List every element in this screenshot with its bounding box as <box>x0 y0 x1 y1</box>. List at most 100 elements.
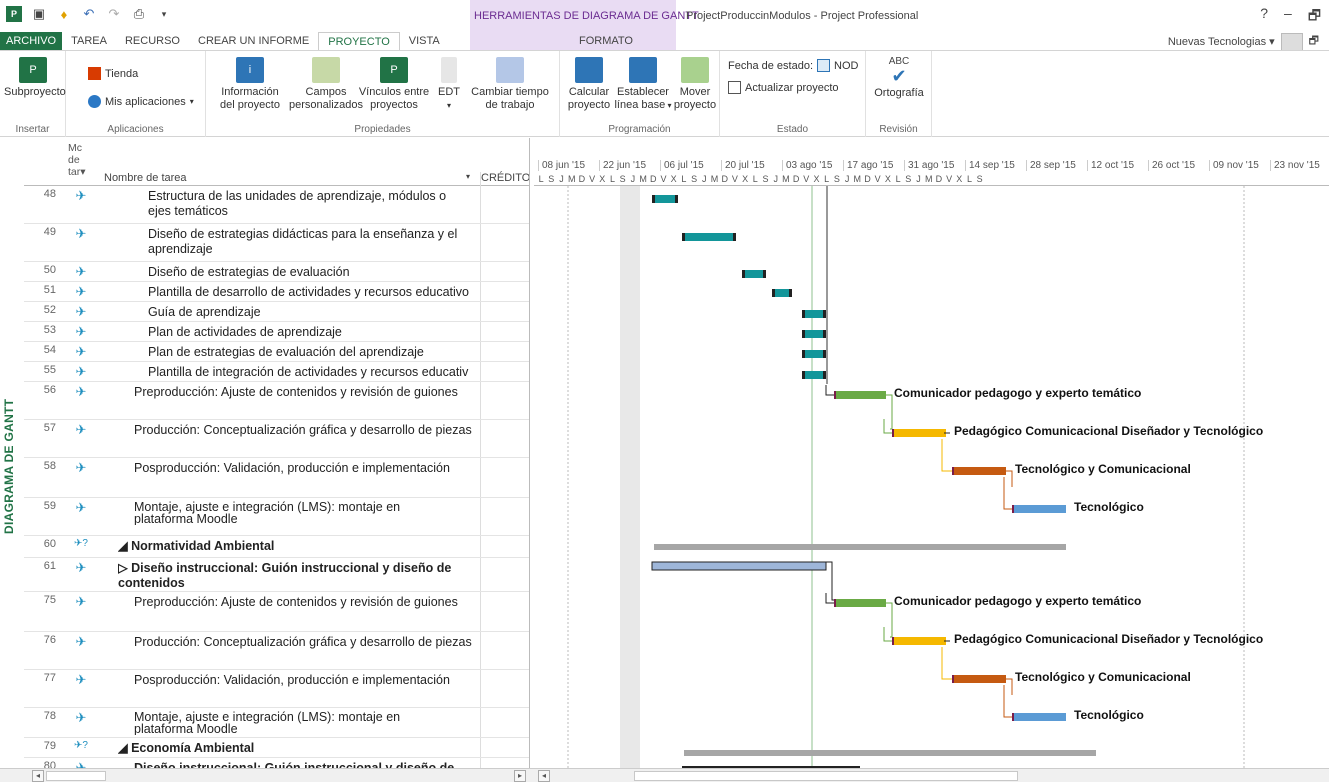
gantt-bar[interactable] <box>834 599 886 607</box>
campos-personalizados-button[interactable]: Campos personalizados <box>288 57 364 112</box>
table-row[interactable]: 53 ✈ Plan de actividades de aprendizaje <box>24 322 529 342</box>
undo-icon[interactable]: ↶ <box>81 6 97 22</box>
edt-button[interactable]: EDT ▾ <box>434 57 464 112</box>
task-name[interactable]: Producción: Conceptualización gráfica y … <box>134 635 476 650</box>
table-row[interactable]: 58 ✈ Posproducción: Validación, producción… <box>24 458 529 498</box>
credit-cell[interactable] <box>480 342 529 361</box>
credit-cell[interactable] <box>480 558 529 591</box>
table-row[interactable]: 78 ✈ Montaje, ajuste e integración (LMS): … <box>24 708 529 738</box>
bell-icon[interactable]: ♦ <box>56 6 72 22</box>
tab-tarea[interactable]: TAREA <box>62 32 116 50</box>
gantt-bar[interactable] <box>952 467 1006 475</box>
vinculos-proyectos-button[interactable]: P Vínculos entre proyectos <box>356 57 432 112</box>
table-row[interactable]: 57 ✈ Producción: Conceptualización gráfica… <box>24 420 529 458</box>
task-name[interactable]: Plantilla de desarrollo de actividades y… <box>148 285 476 300</box>
task-name[interactable]: Estructura de las unidades de aprendizaj… <box>148 189 476 219</box>
ortografia-button[interactable]: ABC ✔ Ortografía <box>870 55 928 100</box>
gantt-bar[interactable] <box>802 330 826 338</box>
task-name[interactable]: Plan de estrategias de evaluación del ap… <box>148 345 476 360</box>
summary-task-bar[interactable] <box>651 561 827 571</box>
task-name[interactable]: Guía de aprendizaje <box>148 305 476 320</box>
gantt-bar[interactable] <box>952 675 1006 683</box>
tab-formato[interactable]: FORMATO <box>570 32 642 50</box>
credit-cell[interactable] <box>480 420 529 457</box>
table-row[interactable]: 56 ✈ Preproducción: Ajuste de contenidos y… <box>24 382 529 420</box>
col-header-mode[interactable]: Mc de tar▾ <box>68 142 96 178</box>
scroll-left-button[interactable]: ◂ <box>32 770 44 782</box>
credit-cell[interactable] <box>480 224 529 261</box>
customize-qat-icon[interactable]: ▾ <box>156 6 172 22</box>
gantt-bar[interactable] <box>742 270 766 278</box>
table-row[interactable]: 55 ✈ Plantilla de integración de actividad… <box>24 362 529 382</box>
task-name[interactable]: Montaje, ajuste e integración (LMS): mon… <box>134 501 476 525</box>
task-name[interactable]: Diseño instruccional: Guión instrucciona… <box>134 761 476 768</box>
credit-cell[interactable] <box>480 458 529 497</box>
ribbon-display-icon[interactable]: 🗗 <box>1309 32 1319 51</box>
gantt-scroll-left-button[interactable]: ◂ <box>538 770 550 782</box>
task-name[interactable]: Plan de actividades de aprendizaje <box>148 325 476 340</box>
credit-cell[interactable] <box>480 262 529 281</box>
summary-bar[interactable] <box>684 750 1096 756</box>
grid-scroll-thumb[interactable] <box>46 771 106 781</box>
credit-cell[interactable] <box>480 302 529 321</box>
task-name[interactable]: Diseño de estrategias de evaluación <box>148 265 476 280</box>
calcular-proyecto-button[interactable]: Calcular proyecto <box>562 57 616 112</box>
gantt-scroll-thumb[interactable] <box>634 771 1018 781</box>
task-name[interactable]: Producción: Conceptualización gráfica y … <box>134 423 476 438</box>
actualizar-proyecto-button[interactable]: Actualizar proyecto <box>728 81 839 94</box>
gantt-bar[interactable] <box>1012 713 1066 721</box>
table-row[interactable]: 52 ✈ Guía de aprendizaje <box>24 302 529 322</box>
gantt-bar[interactable] <box>892 429 946 437</box>
credit-cell[interactable] <box>480 708 529 737</box>
task-name[interactable]: Preproducción: Ajuste de contenidos y re… <box>134 385 476 400</box>
minimize-button[interactable]: – <box>1284 5 1292 29</box>
tab-archivo[interactable]: ARCHIVO <box>0 32 63 50</box>
credit-cell[interactable] <box>480 282 529 301</box>
tab-proyecto[interactable]: PROYECTO <box>318 32 400 50</box>
task-name[interactable]: Preproducción: Ajuste de contenidos y re… <box>134 595 476 610</box>
gantt-bar[interactable] <box>892 637 946 645</box>
table-row[interactable]: 50 ✈ Diseño de estrategias de evaluación <box>24 262 529 282</box>
task-name[interactable]: ◢ Economía Ambiental <box>118 741 476 756</box>
mis-aplicaciones-button[interactable]: Mis aplicaciones ▾ <box>88 95 194 108</box>
table-row[interactable]: 54 ✈ Plan de estrategias de evaluación del… <box>24 342 529 362</box>
gantt-bar[interactable] <box>802 310 826 318</box>
tienda-button[interactable]: Tienda <box>88 67 138 80</box>
save-icon[interactable]: ▣ <box>31 6 47 22</box>
cambiar-tiempo-trabajo-button[interactable]: Cambiar tiempo de trabajo <box>468 57 552 112</box>
task-name[interactable]: Diseño de estrategias didácticas para la… <box>148 227 476 257</box>
task-name[interactable]: ◢ Normatividad Ambiental <box>118 539 476 554</box>
task-name[interactable]: ▷ Diseño instruccional: Guión instruccio… <box>118 561 476 591</box>
task-name[interactable]: Plantilla de integración de actividades … <box>148 365 476 380</box>
col-header-credito[interactable]: CRÉDITO <box>480 172 529 186</box>
scroll-right-button[interactable]: ▸ <box>514 770 526 782</box>
establecer-linea-base-button[interactable]: Establecer línea base ▾ <box>614 57 672 112</box>
table-row[interactable]: 77 ✈ Posproducción: Validación, producción… <box>24 670 529 708</box>
credit-cell[interactable] <box>480 738 529 757</box>
informacion-proyecto-button[interactable]: i Información del proyecto <box>210 57 290 112</box>
credit-cell[interactable] <box>480 632 529 669</box>
subproyecto-button[interactable]: P Subproyecto <box>4 57 66 99</box>
avatar[interactable] <box>1280 32 1303 51</box>
redo-icon[interactable]: ↷ <box>106 6 122 22</box>
table-row[interactable]: 51 ✈ Plantilla de desarrollo de actividade… <box>24 282 529 302</box>
task-name[interactable]: Posproducción: Validación, producción e … <box>134 673 476 688</box>
tab-crear-informe[interactable]: CREAR UN INFORME <box>189 32 318 50</box>
table-row[interactable]: 61 ✈ ▷ Diseño instruccional: Guión instruc… <box>24 558 529 592</box>
task-name[interactable]: Posproducción: Validación, producción e … <box>134 461 476 476</box>
col-header-name[interactable]: Nombre de tarea ▾ <box>104 172 474 184</box>
table-row[interactable]: 59 ✈ Montaje, ajuste e integración (LMS): … <box>24 498 529 536</box>
table-row[interactable]: 75 ✈ Preproducción: Ajuste de contenidos y… <box>24 592 529 632</box>
credit-cell[interactable] <box>480 322 529 341</box>
credit-cell[interactable] <box>480 498 529 535</box>
tab-recurso[interactable]: RECURSO <box>116 32 189 50</box>
credit-cell[interactable] <box>480 186 529 223</box>
task-name[interactable]: Montaje, ajuste e integración (LMS): mon… <box>134 711 476 735</box>
gantt-bar[interactable] <box>802 350 826 358</box>
help-button[interactable]: ? <box>1260 5 1268 29</box>
table-row[interactable]: 80 ✈ Diseño instruccional: Guión instrucci… <box>24 758 529 768</box>
mover-proyecto-button[interactable]: Mover proyecto <box>672 57 718 112</box>
table-row[interactable]: 48 ✈ Estructura de las unidades de aprendi… <box>24 186 529 224</box>
gantt-bar[interactable] <box>834 391 886 399</box>
gantt-bar[interactable] <box>682 233 736 241</box>
